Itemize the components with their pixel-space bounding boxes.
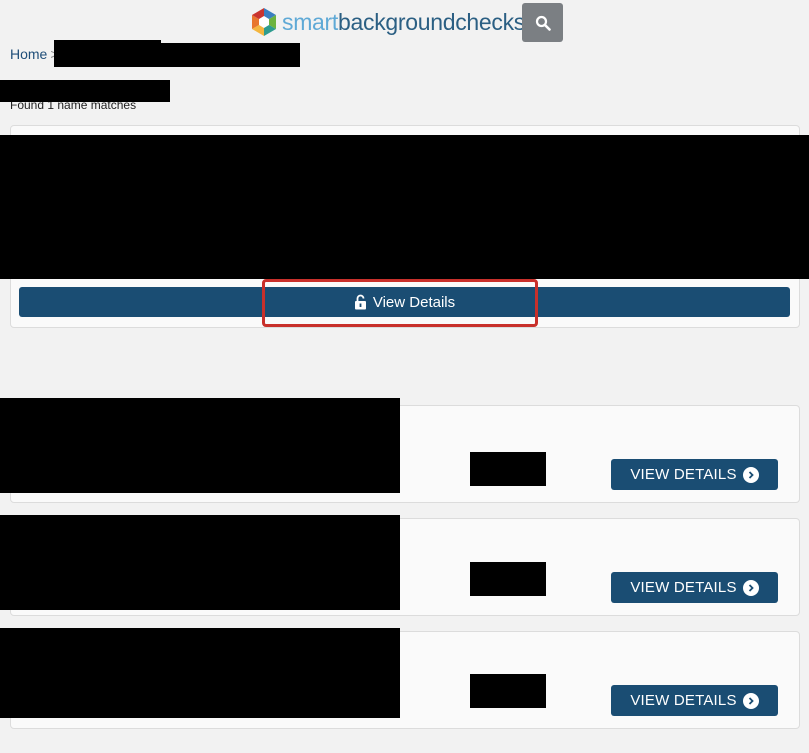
logo-mark-icon xyxy=(252,8,276,36)
view-details-button[interactable]: VIEW DETAILS xyxy=(611,459,778,490)
logo-text: smartbackgroundchecks xyxy=(282,7,525,37)
highlight-box xyxy=(262,279,538,327)
redaction-name xyxy=(0,398,400,493)
breadcrumb: Home> xyxy=(10,46,59,62)
page: smartbackgroundchecks Home> Found 1 name… xyxy=(0,0,809,753)
site-logo[interactable]: smartbackgroundchecks xyxy=(249,6,525,38)
view-details-label: VIEW DETAILS xyxy=(630,692,737,709)
chevron-right-circle-icon xyxy=(742,466,759,483)
redaction-age xyxy=(470,674,546,708)
view-details-label: VIEW DETAILS xyxy=(630,579,737,596)
redaction-main-card xyxy=(0,135,809,279)
redaction-page-heading xyxy=(0,80,170,102)
redaction-breadcrumb xyxy=(54,40,161,67)
redaction-breadcrumb-2 xyxy=(161,43,300,67)
view-details-button[interactable]: VIEW DETAILS xyxy=(611,572,778,603)
redaction-name xyxy=(0,515,400,610)
header: smartbackgroundchecks xyxy=(0,0,809,44)
search-icon xyxy=(535,15,551,31)
redaction-age xyxy=(470,452,546,486)
redaction-name xyxy=(0,628,400,718)
breadcrumb-home-link[interactable]: Home xyxy=(10,46,47,62)
chevron-right-circle-icon xyxy=(742,692,759,709)
logo-text-rest: backgroundchecks xyxy=(338,9,525,35)
view-details-button[interactable]: VIEW DETAILS xyxy=(611,685,778,716)
logo-text-smart: smart xyxy=(282,9,339,35)
chevron-right-circle-icon xyxy=(742,579,759,596)
redaction-age xyxy=(470,562,546,596)
search-button[interactable] xyxy=(522,3,563,42)
view-details-label: VIEW DETAILS xyxy=(630,466,737,483)
